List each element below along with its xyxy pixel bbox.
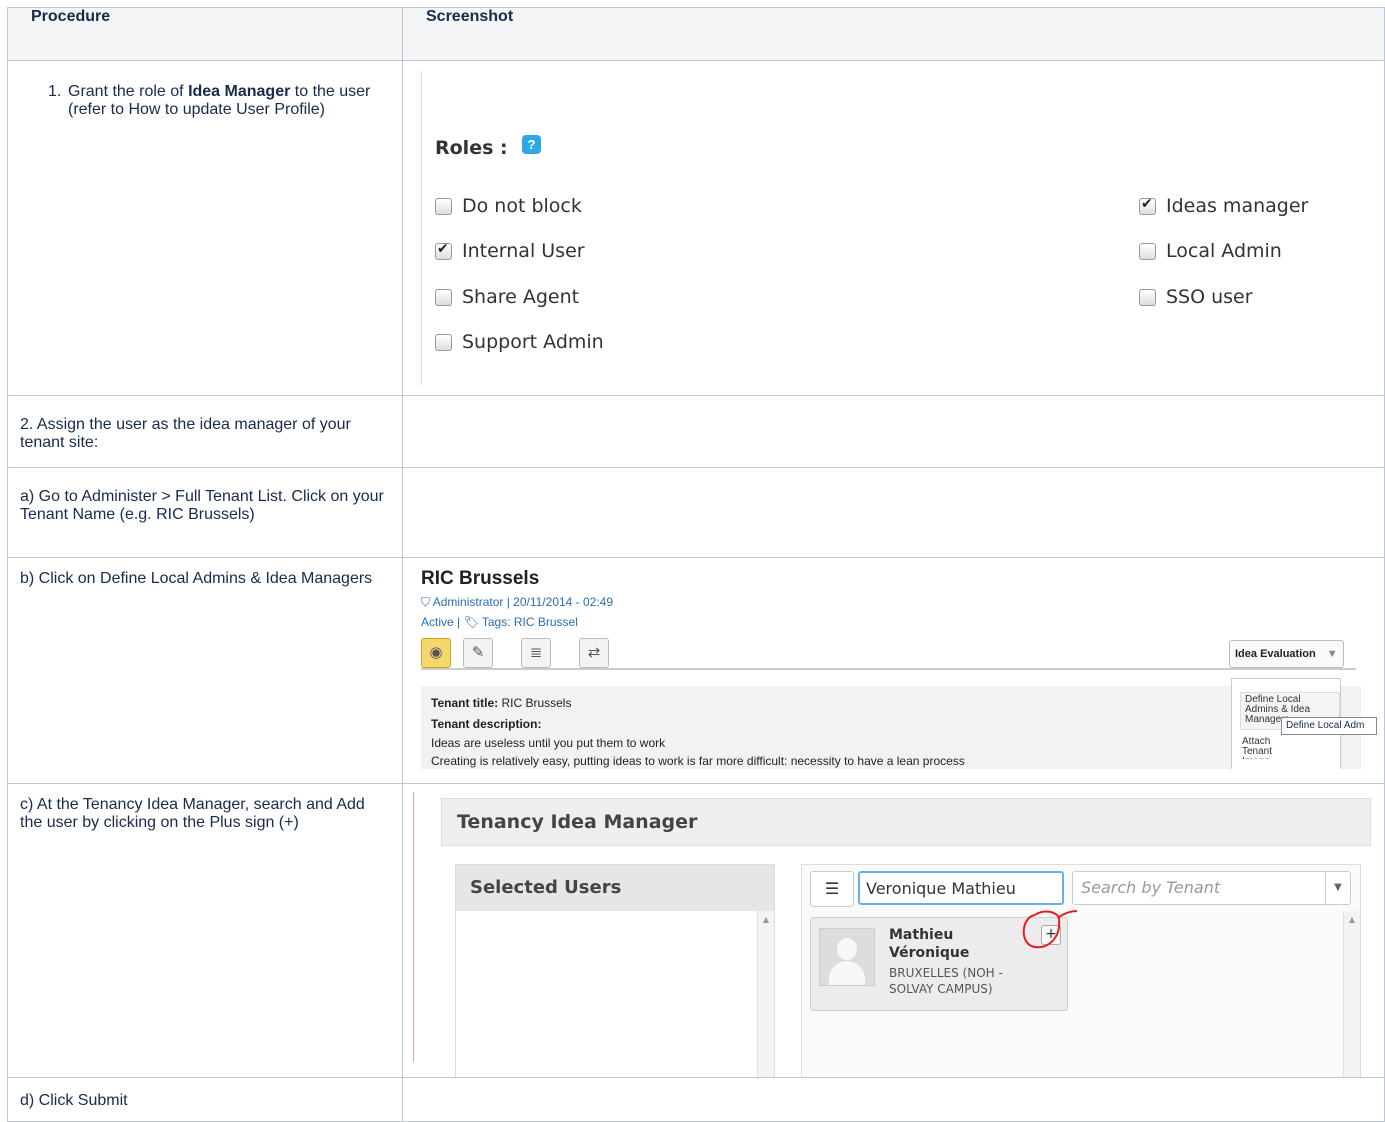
user-search-input[interactable]: Veronique Mathieu [858, 871, 1064, 905]
status-text: Active | [421, 615, 461, 629]
step-1-bold: Idea Manager [188, 83, 291, 100]
step-1-text: Grant the role of Idea Manager to the us… [68, 83, 372, 119]
red-circle-annotation [1022, 910, 1077, 949]
roles-title: Roles : [435, 137, 508, 159]
view-icon[interactable]: ◉ [421, 638, 451, 668]
step-1-number: 1. [48, 83, 62, 100]
step-1-cell: 1. Grant the role of Idea Manager to the… [7, 60, 403, 396]
role-do-not-block[interactable]: Do not block [435, 195, 582, 217]
checkbox-icon[interactable] [1139, 288, 1156, 306]
edit-icon[interactable]: ✎ [463, 638, 493, 668]
chevron-down-icon[interactable]: ▼ [1325, 872, 1350, 904]
role-label: Local Admin [1166, 240, 1282, 262]
step-c-cell: c) At the Tenancy Idea Manager, search a… [7, 783, 403, 1078]
step-a-text: a) Go to Administer > Full Tenant List. … [20, 488, 384, 523]
role-label: Ideas manager [1166, 195, 1309, 217]
role-label: SSO user [1166, 286, 1253, 308]
screenshot-header: Screenshot [402, 7, 1385, 61]
procedure-table: Procedure Screenshot 1. Grant the role o… [7, 7, 1385, 1122]
step-d-text: d) Click Submit [20, 1092, 128, 1109]
step-d-cell: d) Click Submit [7, 1077, 403, 1122]
empty-cell [402, 467, 1385, 558]
tenant-search-placeholder: Search by Tenant [1081, 878, 1221, 897]
avatar [819, 928, 875, 986]
tenant-description-line-1: Ideas are useless until you put them to … [431, 736, 666, 750]
role-internal-user[interactable]: Internal User [435, 240, 585, 262]
tenancy-panel: Tenancy Idea Manager Selected Users ▲ ☰ … [403, 784, 1384, 1077]
roles-screenshot-cell: Roles : ? Do not block Internal User Sha… [402, 60, 1385, 396]
list-icon[interactable]: ☰ [810, 871, 854, 907]
step-b-text: b) Click on Define Local Admins & Idea M… [20, 570, 373, 587]
role-share-agent[interactable]: Share Agent [435, 286, 579, 308]
role-label: Share Agent [462, 286, 580, 308]
user-last-name: Mathieu [889, 927, 954, 943]
tenant-title-value: RIC Brussels [501, 696, 572, 710]
tags-label: Tags: [481, 615, 511, 629]
shield-icon: ⛉ [421, 595, 431, 609]
role-label: Do not block [462, 195, 582, 217]
procedure-header: Procedure [7, 7, 403, 61]
checkbox-checked-icon[interactable] [1139, 196, 1156, 215]
help-icon[interactable]: ? [522, 135, 541, 154]
step-1-pre: Grant the role of [68, 83, 189, 100]
role-label: Support Admin [462, 331, 604, 353]
ric-panel: RIC Brussels ⛉ Administrator | 20/11/201… [403, 558, 1384, 769]
empty-cell [402, 395, 1385, 468]
idea-evaluation-dropdown[interactable]: Idea Evaluation ▼ [1229, 640, 1344, 668]
role-ideas-manager[interactable]: Ideas manager [1139, 195, 1308, 217]
list-icon[interactable]: ≣ [521, 638, 551, 668]
role-local-admin[interactable]: Local Admin [1139, 240, 1282, 262]
tenant-search-select[interactable]: Search by Tenant ▼ [1072, 871, 1351, 905]
checkbox-icon[interactable] [1139, 242, 1156, 260]
search-panel: ☰ Veronique Mathieu Search by Tenant ▼ Ma… [801, 864, 1361, 1077]
ric-toolbar: ◉ ✎ ≣ ⇄ [421, 638, 1356, 670]
step-2-cell: 2. Assign the user as the idea manager o… [7, 395, 403, 468]
ric-screenshot-cell: RIC Brussels ⛉ Administrator | 20/11/201… [402, 557, 1385, 784]
desc-label: Tenant description: [431, 717, 542, 731]
selected-users-title: Selected Users [456, 865, 774, 911]
tag-icon: 🏷 [463, 615, 479, 629]
role-label: Internal User [462, 240, 585, 262]
step-2-text: 2. Assign the user as the idea manager o… [20, 416, 351, 451]
idea-evaluation-label: Idea Evaluation [1235, 648, 1316, 660]
scrollbar[interactable]: ▲ [1343, 911, 1360, 1077]
tag-link[interactable]: RIC Brussel [514, 615, 578, 629]
tenant-title-label: Tenant title: [431, 696, 499, 710]
step-b-cell: b) Click on Define Local Admins & Idea M… [7, 557, 403, 784]
user-first-name: Véronique [889, 945, 970, 961]
ric-body: Tenant title: RIC Brussels Tenant descri… [421, 686, 1361, 769]
translate-icon[interactable]: ⇄ [579, 638, 609, 668]
divider [413, 792, 414, 1062]
roles-panel: Roles : ? Do not block Internal User Sha… [403, 61, 1384, 395]
chevron-down-icon: ▼ [1326, 648, 1338, 660]
checkbox-icon[interactable] [435, 288, 452, 306]
tenant-description-label: Tenant description: [431, 717, 541, 731]
ric-title: RIC Brussels [421, 568, 540, 589]
user-location: BRUXELLES (NOH - SOLVAY CAMPUS) [889, 966, 1003, 996]
tenant-title-row: Tenant title: RIC Brussels [431, 696, 571, 710]
step-c-text: c) At the Tenancy Idea Manager, search a… [20, 796, 365, 831]
ric-meta: ⛉ Administrator | 20/11/2014 - 02:49 [421, 595, 614, 609]
role-sso-user[interactable]: SSO user [1139, 286, 1253, 308]
checkbox-icon[interactable] [435, 333, 452, 351]
scroll-up-icon[interactable]: ▲ [758, 915, 774, 924]
divider [421, 71, 422, 385]
author-link[interactable]: Administrator [433, 595, 504, 609]
tenant-description-line-2: Creating is relatively easy, putting ide… [431, 754, 965, 768]
role-support-admin[interactable]: Support Admin [435, 331, 604, 353]
empty-cell [402, 1077, 1385, 1122]
scroll-up-icon[interactable]: ▲ [1344, 915, 1360, 924]
step-a-cell: a) Go to Administer > Full Tenant List. … [7, 467, 403, 558]
checkbox-icon[interactable] [435, 197, 452, 215]
scrollbar[interactable]: ▲ [757, 911, 774, 1077]
tenancy-screenshot-cell: Tenancy Idea Manager Selected Users ▲ ☰ … [402, 783, 1385, 1078]
menu-item-attach-image[interactable]: Attach Tenant Image [1242, 737, 1302, 759]
ric-status: Active | 🏷 Tags: RIC Brussel [421, 615, 578, 629]
tooltip: Define Local Adm [1281, 717, 1377, 735]
post-date: 20/11/2014 - 02:49 [513, 595, 614, 609]
checkbox-checked-icon[interactable] [435, 241, 452, 260]
tenancy-title: Tenancy Idea Manager [441, 798, 1371, 846]
selected-users-panel: Selected Users ▲ [455, 864, 775, 1077]
